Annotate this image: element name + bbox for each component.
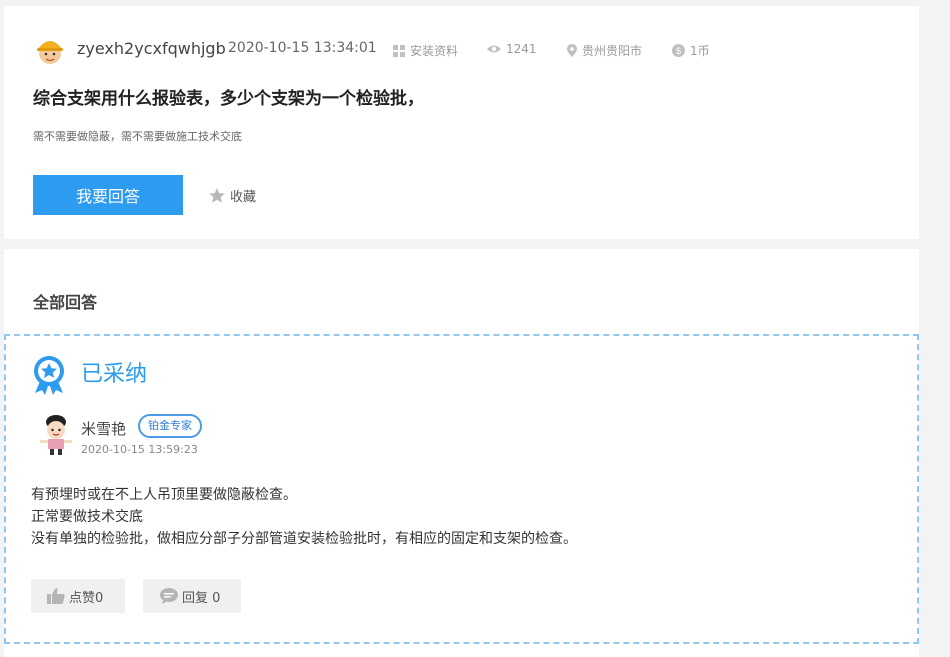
award-badge-icon xyxy=(34,356,64,395)
question-location: 贵州贵阳市 xyxy=(567,42,642,59)
question-category[interactable]: 安装资料 xyxy=(393,42,458,59)
answers-section-title: 全部回答 xyxy=(33,293,98,312)
reply-button[interactable]: 回复 0 xyxy=(143,579,241,613)
expert-badge: 铂金专家 xyxy=(138,414,202,438)
answerer-username[interactable]: 米雪艳 xyxy=(81,418,126,439)
asker-username[interactable]: zyexh2ycxfqwhjgb xyxy=(77,39,226,58)
answer-time: 2020-10-15 13:59:23 xyxy=(81,443,198,456)
answerer-avatar[interactable] xyxy=(36,413,76,455)
chat-bubble-icon xyxy=(160,588,178,604)
category-label: 安装资料 xyxy=(410,44,459,58)
answer-content: 有预埋时或在不上人吊顶里要做隐蔽检查。 正常要做技术交底 没有单独的检验批，做相… xyxy=(31,484,577,550)
eye-icon xyxy=(487,45,501,53)
asker-avatar[interactable] xyxy=(33,33,67,67)
question-description: 需不需要做隐蔽，需不需要做施工技术交底 xyxy=(33,130,242,143)
question-title: 综合支架用什么报验表，多少个支架为一个检验批， xyxy=(33,89,424,109)
answer-line: 没有单独的检验批，做相应分部子分部管道安装检验批时，有相应的固定和支架的检查。 xyxy=(31,531,577,547)
coin-icon: $ xyxy=(672,44,685,57)
grid-icon xyxy=(393,44,405,57)
answer-line: 有预埋时或在不上人吊顶里要做隐蔽检查。 xyxy=(31,487,297,503)
location-pin-icon xyxy=(567,44,577,57)
answer-button[interactable]: 我要回答 xyxy=(33,175,183,215)
answers-card: 全部回答 已采纳 米雪艳 铂金专家 2020-10-15 13:59:23 有预… xyxy=(4,249,919,657)
svg-text:$: $ xyxy=(676,46,681,56)
like-button[interactable]: 点赞0 xyxy=(31,579,125,613)
answer-line: 正常要做技术交底 xyxy=(31,509,143,525)
question-views: 1241 xyxy=(487,42,537,56)
adopted-label: 已采纳 xyxy=(81,362,148,387)
views-count: 1241 xyxy=(506,42,537,56)
reply-label: 回复 0 xyxy=(182,590,221,606)
thumbs-up-icon xyxy=(47,588,65,604)
collect-button[interactable]: 收藏 xyxy=(209,186,256,205)
reward-label: 1币 xyxy=(690,44,710,58)
best-answer: 已采纳 米雪艳 铂金专家 2020-10-15 13:59:23 有预埋时或在不… xyxy=(4,334,919,644)
like-label: 点赞0 xyxy=(69,590,104,606)
star-icon xyxy=(209,188,225,203)
question-card: zyexh2ycxfqwhjgb 2020-10-15 13:34:01 安装资… xyxy=(4,6,919,239)
question-time: 2020-10-15 13:34:01 xyxy=(228,40,377,56)
question-reward: $ 1币 xyxy=(672,42,710,59)
collect-label: 收藏 xyxy=(230,190,257,205)
location-label: 贵州贵阳市 xyxy=(582,44,643,58)
